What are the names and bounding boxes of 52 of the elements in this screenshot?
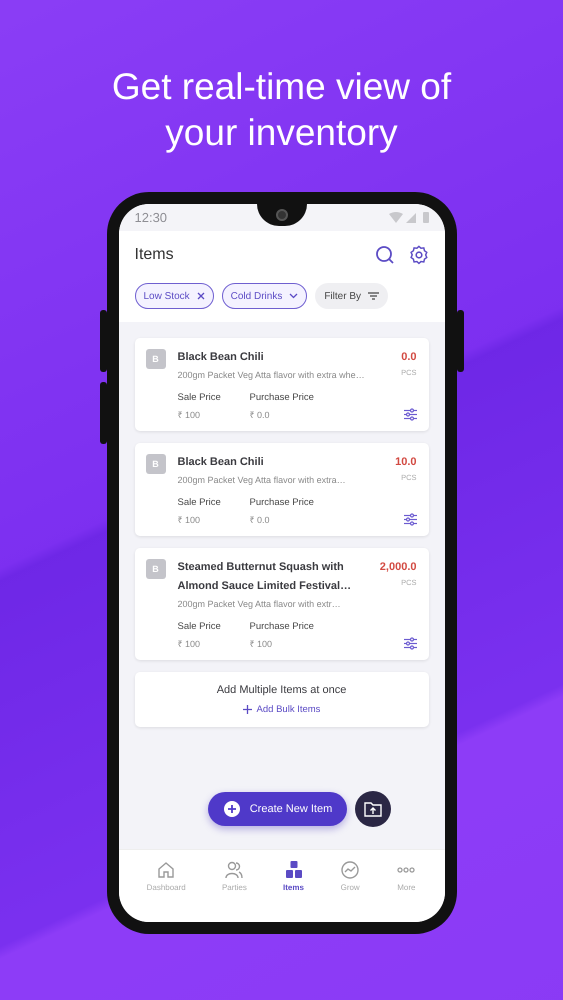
- item-description: 200gm Packet Veg Atta flavor with extra…: [178, 475, 347, 485]
- item-description: 200gm Packet Veg Atta flavor with extr…: [178, 599, 342, 609]
- stock-quantity: 2,000.0: [380, 560, 416, 575]
- item-avatar: B: [146, 349, 166, 369]
- create-item-button[interactable]: Create New Item: [208, 792, 348, 826]
- filter-chip[interactable]: Low Stock: [134, 283, 214, 309]
- page-title: Items: [134, 246, 174, 264]
- filter-chip[interactable]: Cold Drinks: [222, 283, 308, 309]
- filter-icon: [368, 292, 379, 300]
- price-value: ₹ 100: [178, 409, 202, 421]
- headline: Get real-time view of your inventory: [110, 65, 452, 155]
- item-avatar: B: [146, 559, 166, 579]
- item-name: Steamed Butternut Squash with Almond Sauce Limited Festival…: [178, 560, 352, 594]
- sliders-icon[interactable]: [404, 637, 416, 650]
- price-value: ₹ 0.0: [250, 514, 271, 526]
- home-icon: [156, 860, 176, 880]
- status-time: 12:30: [134, 210, 168, 225]
- chevron-down-icon: [289, 293, 298, 299]
- add-bulk-link[interactable]: Add Bulk Items: [242, 704, 320, 715]
- close-icon: [196, 292, 205, 300]
- upload-button[interactable]: [355, 791, 392, 827]
- settings-button[interactable]: [408, 245, 428, 265]
- price-label: Purchase Price: [250, 621, 315, 632]
- item-name: Black Bean Chili: [178, 455, 265, 470]
- sliders-icon[interactable]: [404, 408, 416, 421]
- plus-icon: [224, 801, 240, 817]
- item-name: Black Bean Chili: [178, 350, 265, 365]
- price-value: ₹ 0.0: [250, 409, 271, 421]
- price-label: Sale Price: [178, 621, 222, 632]
- people-icon: [224, 860, 244, 880]
- nav-tab[interactable]: Items: [281, 850, 306, 922]
- price-label: Sale Price: [178, 392, 222, 403]
- sliders-icon[interactable]: [404, 513, 416, 526]
- plus-icon: [242, 705, 252, 714]
- price-label: Purchase Price: [250, 497, 315, 508]
- price-value: ₹ 100: [250, 638, 274, 650]
- bulk-title: Add Multiple Items at once: [216, 684, 346, 696]
- filter-chip[interactable]: Filter By: [315, 283, 388, 309]
- item-avatar: B: [146, 454, 166, 474]
- price-value: ₹ 100: [178, 638, 202, 650]
- price-value: ₹ 100: [178, 514, 202, 526]
- stock-quantity: 10.0: [395, 455, 416, 470]
- boxes-icon: [284, 860, 304, 880]
- item-description: 200gm Packet Veg Atta flavor with extra whe…: [178, 370, 366, 380]
- search-button[interactable]: [374, 245, 394, 265]
- status-icons: [388, 212, 430, 224]
- price-label: Sale Price: [178, 497, 222, 508]
- stock-quantity: 0.0: [401, 350, 416, 365]
- price-label: Purchase Price: [250, 392, 315, 403]
- folder-upload-icon: [364, 801, 382, 817]
- growth-icon: [340, 860, 360, 880]
- camera-icon: [276, 209, 288, 221]
